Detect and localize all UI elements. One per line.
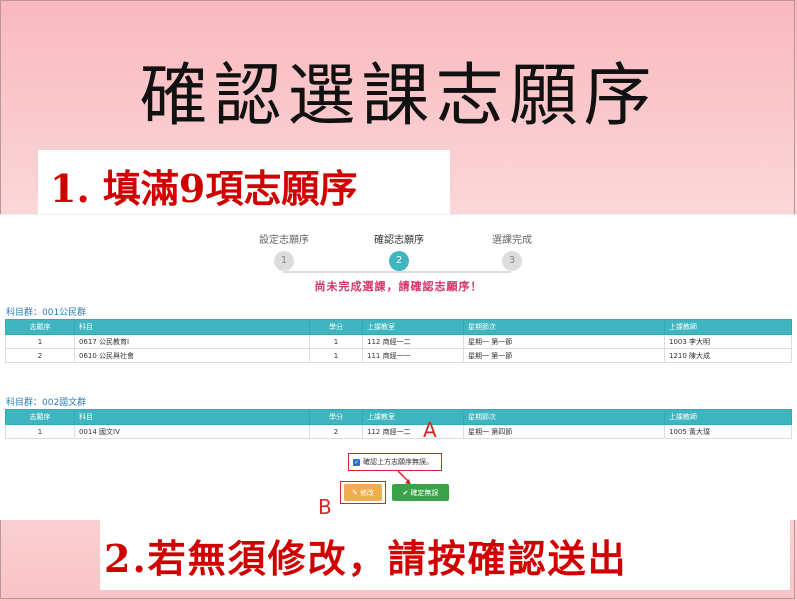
col-credit: 學分 bbox=[309, 319, 363, 335]
step-1: 設定志願序 1 bbox=[234, 233, 334, 271]
col-teacher: 上課教師 bbox=[664, 409, 792, 425]
group1-title: 科目群：001公民群 bbox=[6, 308, 87, 318]
cell-period: 星期一 第一節 bbox=[463, 334, 665, 349]
annotation-a: A bbox=[423, 418, 437, 442]
col-rank: 志願序 bbox=[5, 319, 75, 335]
table-header-row: 志願序 科目 學分 上課教室 星期節次 上課教師 bbox=[5, 319, 792, 335]
cell-room: 111 商經一一 bbox=[362, 348, 464, 363]
col-room: 上課教室 bbox=[362, 409, 464, 425]
confirm-checkbox-row[interactable]: ✓ 確認上方志願序無誤。 bbox=[348, 453, 442, 471]
warning-message: 尚未完成選課，請確認志願序！ bbox=[314, 280, 483, 293]
table-header-row: 志願序 科目 學分 上課教室 星期節次 上課教師 bbox=[5, 409, 792, 425]
cell-period: 星期一 第四節 bbox=[463, 424, 665, 439]
table-row: 1 0014 國文IV 2 112 商經一二 星期一 第四節 1005 黃大璞 bbox=[5, 424, 792, 439]
cell-subject: 0014 國文IV bbox=[74, 424, 310, 439]
confirm-checkbox-label: 確認上方志願序無誤。 bbox=[363, 458, 433, 466]
table-row: 2 0610 公民與社會 1 111 商經一一 星期一 第一節 1210 陳大成 bbox=[5, 348, 792, 363]
steps-connector bbox=[283, 271, 511, 273]
group1-table: 志願序 科目 學分 上課教室 星期節次 上課教師 1 0617 公民教育Ⅰ 1 … bbox=[5, 319, 792, 363]
confirm-button-label: 確定無誤 bbox=[410, 488, 439, 497]
table-row: 1 0617 公民教育Ⅰ 1 112 商經一二 星期一 第一節 1003 李大明 bbox=[5, 334, 792, 349]
callout-top-text: 1. 填滿9項志願序 bbox=[50, 166, 358, 211]
cell-teacher: 1003 李大明 bbox=[664, 334, 792, 349]
group2-table: 志願序 科目 學分 上課教室 星期節次 上課教師 1 0014 國文IV 2 1… bbox=[5, 409, 792, 439]
step-3-number: 3 bbox=[502, 251, 522, 271]
cell-credit: 1 bbox=[309, 348, 363, 363]
col-room: 上課教室 bbox=[362, 319, 464, 335]
cell-teacher: 1005 黃大璞 bbox=[664, 424, 792, 439]
checkbox-checked-icon[interactable]: ✓ bbox=[353, 458, 360, 466]
pencil-icon: ✎ bbox=[352, 488, 358, 497]
col-rank: 志願序 bbox=[5, 409, 75, 425]
step-1-label: 設定志願序 bbox=[259, 235, 309, 246]
group2-title: 科目群：002國文群 bbox=[6, 398, 87, 408]
edit-button-label: 修改 bbox=[359, 488, 374, 497]
annotation-b: B bbox=[318, 495, 332, 519]
cell-teacher: 1210 陳大成 bbox=[664, 348, 792, 363]
cell-credit: 2 bbox=[309, 424, 363, 439]
check-icon: ✔ bbox=[402, 488, 409, 497]
cell-credit: 1 bbox=[309, 334, 363, 349]
step-2-label: 確認志願序 bbox=[374, 235, 424, 246]
col-subject: 科目 bbox=[74, 319, 310, 335]
cell-subject: 0617 公民教育Ⅰ bbox=[74, 334, 310, 349]
step-3-label: 選課完成 bbox=[492, 235, 532, 246]
col-subject: 科目 bbox=[74, 409, 310, 425]
step-3: 選課完成 3 bbox=[462, 233, 562, 271]
cell-room: 112 商經一二 bbox=[362, 334, 464, 349]
cell-rank: 1 bbox=[5, 424, 75, 439]
edit-button[interactable]: ✎ 修改 bbox=[344, 484, 382, 501]
confirm-button[interactable]: ✔ 確定無誤 bbox=[392, 484, 449, 501]
col-credit: 學分 bbox=[309, 409, 363, 425]
cell-room: 112 商經一二 bbox=[362, 424, 464, 439]
cell-subject: 0610 公民與社會 bbox=[74, 348, 310, 363]
slide-title: 確認選課志願序 bbox=[139, 57, 658, 136]
cell-rank: 1 bbox=[5, 334, 75, 349]
cell-period: 星期一 第一節 bbox=[463, 348, 665, 363]
callout-bottom: 2.若無須修改，請按確認送出 bbox=[100, 518, 790, 590]
col-period: 星期節次 bbox=[463, 319, 665, 335]
col-period: 星期節次 bbox=[463, 409, 665, 425]
step-2: 確認志願序 2 bbox=[349, 233, 449, 271]
screenshot-panel: 設定志願序 1 確認志願序 2 選課完成 3 尚未完成選課，請確認志願序！ 科目… bbox=[0, 214, 797, 520]
cell-rank: 2 bbox=[5, 348, 75, 363]
col-teacher: 上課教師 bbox=[664, 319, 792, 335]
callout-top: 1. 填滿9項志願序 bbox=[38, 150, 450, 214]
step-2-number: 2 bbox=[389, 251, 409, 271]
step-1-number: 1 bbox=[274, 251, 294, 271]
callout-bottom-text: 2.若無須修改，請按確認送出 bbox=[104, 536, 628, 581]
